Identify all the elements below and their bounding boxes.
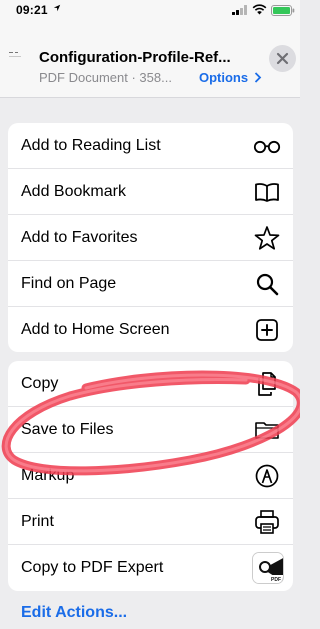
wifi-icon	[252, 4, 267, 15]
book-icon	[255, 183, 279, 202]
action-label: Markup	[21, 467, 75, 484]
folder-icon	[255, 422, 279, 439]
action-markup[interactable]: Markup	[8, 453, 293, 499]
action-save-to-files[interactable]: Save to Files	[8, 407, 293, 453]
action-add-to-home-screen[interactable]: Add to Home Screen	[8, 307, 293, 352]
battery-icon	[271, 5, 295, 16]
share-sheet-header: Configuration-Profile-Ref... PDF Documen…	[0, 22, 300, 98]
chevron-right-icon	[254, 72, 262, 83]
actions-group-2: Copy Save to Files Markup Print Copy to …	[8, 361, 293, 591]
action-add-to-reading-list[interactable]: Add to Reading List	[8, 123, 293, 169]
action-copy-to-pdf-expert[interactable]: Copy to PDF Expert PDF	[8, 545, 293, 591]
action-copy[interactable]: Copy	[8, 361, 293, 407]
action-label: Find on Page	[21, 275, 117, 292]
close-button[interactable]	[269, 45, 296, 72]
options-label: Options	[199, 70, 249, 85]
markup-icon	[255, 464, 279, 488]
action-add-bookmark[interactable]: Add Bookmark	[8, 169, 293, 215]
pdf-expert-app-icon: PDF	[252, 552, 284, 584]
action-print[interactable]: Print	[8, 499, 293, 545]
star-icon	[254, 226, 280, 250]
glasses-icon	[253, 140, 281, 154]
close-icon	[276, 52, 289, 65]
action-add-to-favorites[interactable]: Add to Favorites	[8, 215, 293, 261]
options-link[interactable]: Options	[199, 70, 262, 85]
edit-actions-link[interactable]: Edit Actions...	[21, 604, 127, 622]
action-label: Add Bookmark	[21, 183, 126, 200]
share-sheet-screen: 09:21 Configuration-Profile-Ref... PDF D…	[0, 0, 300, 629]
action-label: Add to Reading List	[21, 137, 161, 154]
cellular-signal-icon	[232, 5, 247, 15]
action-label: Save to Files	[21, 421, 114, 438]
action-label: Print	[21, 513, 54, 530]
action-label: Add to Home Screen	[21, 321, 170, 338]
status-bar: 09:21	[0, 0, 300, 22]
document-thumbnail-icon	[8, 44, 26, 66]
printer-icon	[255, 510, 279, 534]
status-time: 09:21	[16, 3, 48, 17]
action-find-on-page[interactable]: Find on Page	[8, 261, 293, 307]
svg-text:PDF: PDF	[271, 577, 281, 583]
document-title: Configuration-Profile-Ref...	[39, 49, 231, 66]
actions-group-1: Add to Reading List Add Bookmark Add to …	[8, 123, 293, 352]
document-subtitle: PDF Document · 358...	[39, 70, 172, 85]
plus-square-icon	[256, 319, 278, 341]
location-arrow-icon	[53, 4, 61, 12]
action-label: Copy	[21, 375, 59, 392]
copy-icon	[258, 372, 276, 396]
magnifier-icon	[256, 273, 279, 296]
action-label: Copy to PDF Expert	[21, 559, 164, 576]
action-label: Add to Favorites	[21, 229, 138, 246]
